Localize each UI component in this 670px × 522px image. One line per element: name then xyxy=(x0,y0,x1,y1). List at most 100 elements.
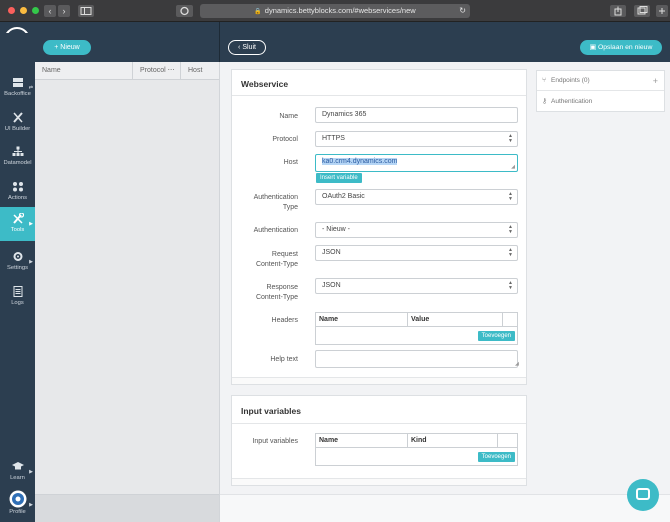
settings-icon xyxy=(13,252,22,261)
app-header: + Nieuw ‹ Sluit ▣ Opslaan en nieuw xyxy=(35,22,670,62)
column-header-protocol[interactable]: Protocol ⋯ xyxy=(133,62,181,80)
name-label: Name xyxy=(279,113,298,120)
resize-handle-icon[interactable]: ◢ xyxy=(511,165,515,170)
address-bar[interactable]: 🔒 dynamics.bettyblocks.com/#webservices/n… xyxy=(200,4,470,18)
lock-icon: 🔒 xyxy=(254,9,262,15)
maximize-window-button[interactable] xyxy=(32,7,39,14)
column-header-host[interactable]: Host xyxy=(181,62,219,80)
response-content-type-value: JSON xyxy=(322,282,341,289)
sidebar-toggle-button[interactable] xyxy=(78,5,94,17)
input-variables-label: Input variables xyxy=(252,438,298,445)
input-variables-column-kind: Kind xyxy=(408,434,498,448)
request-label-line2: Content-Type xyxy=(255,261,298,268)
column-label: Name xyxy=(42,67,61,74)
close-window-button[interactable] xyxy=(8,7,15,14)
rail-item-backoffice[interactable]: Backoffice ⇄ xyxy=(0,71,35,105)
card-title: Input variables xyxy=(232,396,526,424)
logs-icon xyxy=(13,286,22,297)
authentication-item[interactable]: ⚷ Authentication xyxy=(537,92,664,112)
select-arrows-icon: ▲ ▼ xyxy=(508,280,513,291)
rail-item-ui-builder[interactable]: UI Builder xyxy=(0,106,35,140)
rail-item-actions[interactable]: Actions xyxy=(0,175,35,209)
insert-variable-button[interactable]: Insert variable xyxy=(316,173,362,183)
column-label: Host xyxy=(188,67,203,74)
rail-item-tools[interactable]: Tools ▶ xyxy=(0,207,35,241)
reload-icon[interactable]: ↻ xyxy=(459,4,466,18)
request-content-type-value: JSON xyxy=(322,249,341,256)
new-button[interactable]: + Nieuw xyxy=(43,40,91,55)
rail-item-logs[interactable]: Logs xyxy=(0,280,35,314)
auth-type-select[interactable]: OAuth2 Basic ▲ ▼ xyxy=(315,189,518,205)
webservice-side-panel: ⑂ Endpoints (0) + ⚷ Authentication xyxy=(536,70,665,112)
back-button[interactable]: ‹ xyxy=(44,5,56,17)
protocol-select[interactable]: HTTPS ▲ ▼ xyxy=(315,131,518,147)
share-button[interactable] xyxy=(610,5,626,17)
rail-item-label: Settings xyxy=(7,265,28,271)
tools-icon xyxy=(12,213,24,224)
share-icon xyxy=(614,6,622,16)
close-button[interactable]: ‹ Sluit xyxy=(228,40,266,55)
rail-item-label: Logs xyxy=(11,300,24,306)
rail-item-label: Backoffice xyxy=(4,91,31,97)
auth-type-value: OAuth2 Basic xyxy=(322,193,365,200)
rail-item-settings[interactable]: Settings ▶ xyxy=(0,245,35,279)
rail-item-label: Actions xyxy=(7,195,27,201)
forward-button[interactable]: › xyxy=(58,5,70,17)
list-header: Name Protocol ⋯ Host xyxy=(35,62,219,80)
extension-button[interactable] xyxy=(176,5,193,17)
auth-type-label: Authentication Type xyxy=(232,193,298,213)
main-navigation: Backoffice ⇄ UI Builder Datamodel Action… xyxy=(0,33,35,522)
help-text-input[interactable] xyxy=(315,350,518,368)
help-text-label: Help text xyxy=(270,356,298,363)
request-content-type-select[interactable]: JSON ▲ ▼ xyxy=(315,245,518,261)
backoffice-icon xyxy=(12,78,23,87)
new-tab-button[interactable] xyxy=(656,5,668,17)
card-title: Webservice xyxy=(232,70,526,96)
rail-item-profile[interactable]: Profile ▶ xyxy=(0,488,35,522)
add-header-button[interactable]: Toevoegen xyxy=(477,331,515,341)
input-variables-card: Input variables Input variables Name Kin… xyxy=(231,395,527,486)
endpoints-icon: ⑂ xyxy=(542,77,547,84)
chevron-left-icon: ‹ xyxy=(48,6,52,16)
endpoints-label: Endpoints (0) xyxy=(551,77,590,84)
main-footer xyxy=(220,494,670,522)
header-divider xyxy=(219,22,220,62)
actions-icon xyxy=(12,182,23,192)
add-input-variable-button[interactable]: Toevoegen xyxy=(477,452,515,462)
auth-type-label-line1: Authentication xyxy=(253,194,298,201)
endpoints-item[interactable]: ⑂ Endpoints (0) + xyxy=(537,71,664,91)
sidebar-icon xyxy=(80,7,92,15)
tabs-icon xyxy=(637,6,648,15)
response-content-type-select[interactable]: JSON ▲ ▼ xyxy=(315,278,518,294)
chat-support-button[interactable] xyxy=(627,479,659,511)
ui-builder-icon xyxy=(12,112,23,123)
authentication-select[interactable]: - Nieuw - ▲ ▼ xyxy=(315,222,518,238)
column-header-name[interactable]: Name xyxy=(35,62,133,80)
tabs-button[interactable] xyxy=(634,5,650,17)
headers-column-name: Name xyxy=(316,313,408,327)
host-value: ka0.crm4.dynamics.com xyxy=(322,158,398,165)
protocol-value: HTTPS xyxy=(322,135,345,142)
rail-item-label: Datamodel xyxy=(3,160,32,166)
card-footer xyxy=(232,478,526,485)
select-arrows-icon: ▲ ▼ xyxy=(508,133,513,144)
save-and-new-button[interactable]: ▣ Opslaan en nieuw xyxy=(580,40,662,55)
chevron-right-icon: ▶ xyxy=(29,221,33,227)
webservice-card: Webservice Name Dynamics 365 Protocol HT… xyxy=(231,69,527,385)
minimize-window-button[interactable] xyxy=(20,7,27,14)
learn-icon xyxy=(11,462,24,470)
rail-item-label: UI Builder xyxy=(4,126,31,132)
select-arrows-icon: ▲ ▼ xyxy=(508,191,513,202)
arrow-icon: ⇄ xyxy=(28,85,33,91)
rail-item-datamodel[interactable]: Datamodel xyxy=(0,140,35,174)
auth-type-label-line2: Type xyxy=(282,204,298,211)
chevron-right-icon: ▶ xyxy=(29,259,33,265)
host-input[interactable]: ka0.crm4.dynamics.com ◢ xyxy=(315,154,518,172)
rail-item-label: Profile xyxy=(9,509,26,515)
name-input[interactable]: Dynamics 365 xyxy=(315,107,518,123)
profile-icon xyxy=(9,490,26,508)
rail-item-label: Learn xyxy=(10,475,25,481)
list-footer xyxy=(35,494,219,522)
add-endpoint-icon[interactable]: + xyxy=(653,71,658,91)
rail-item-learn[interactable]: Learn ▶ xyxy=(0,455,35,489)
